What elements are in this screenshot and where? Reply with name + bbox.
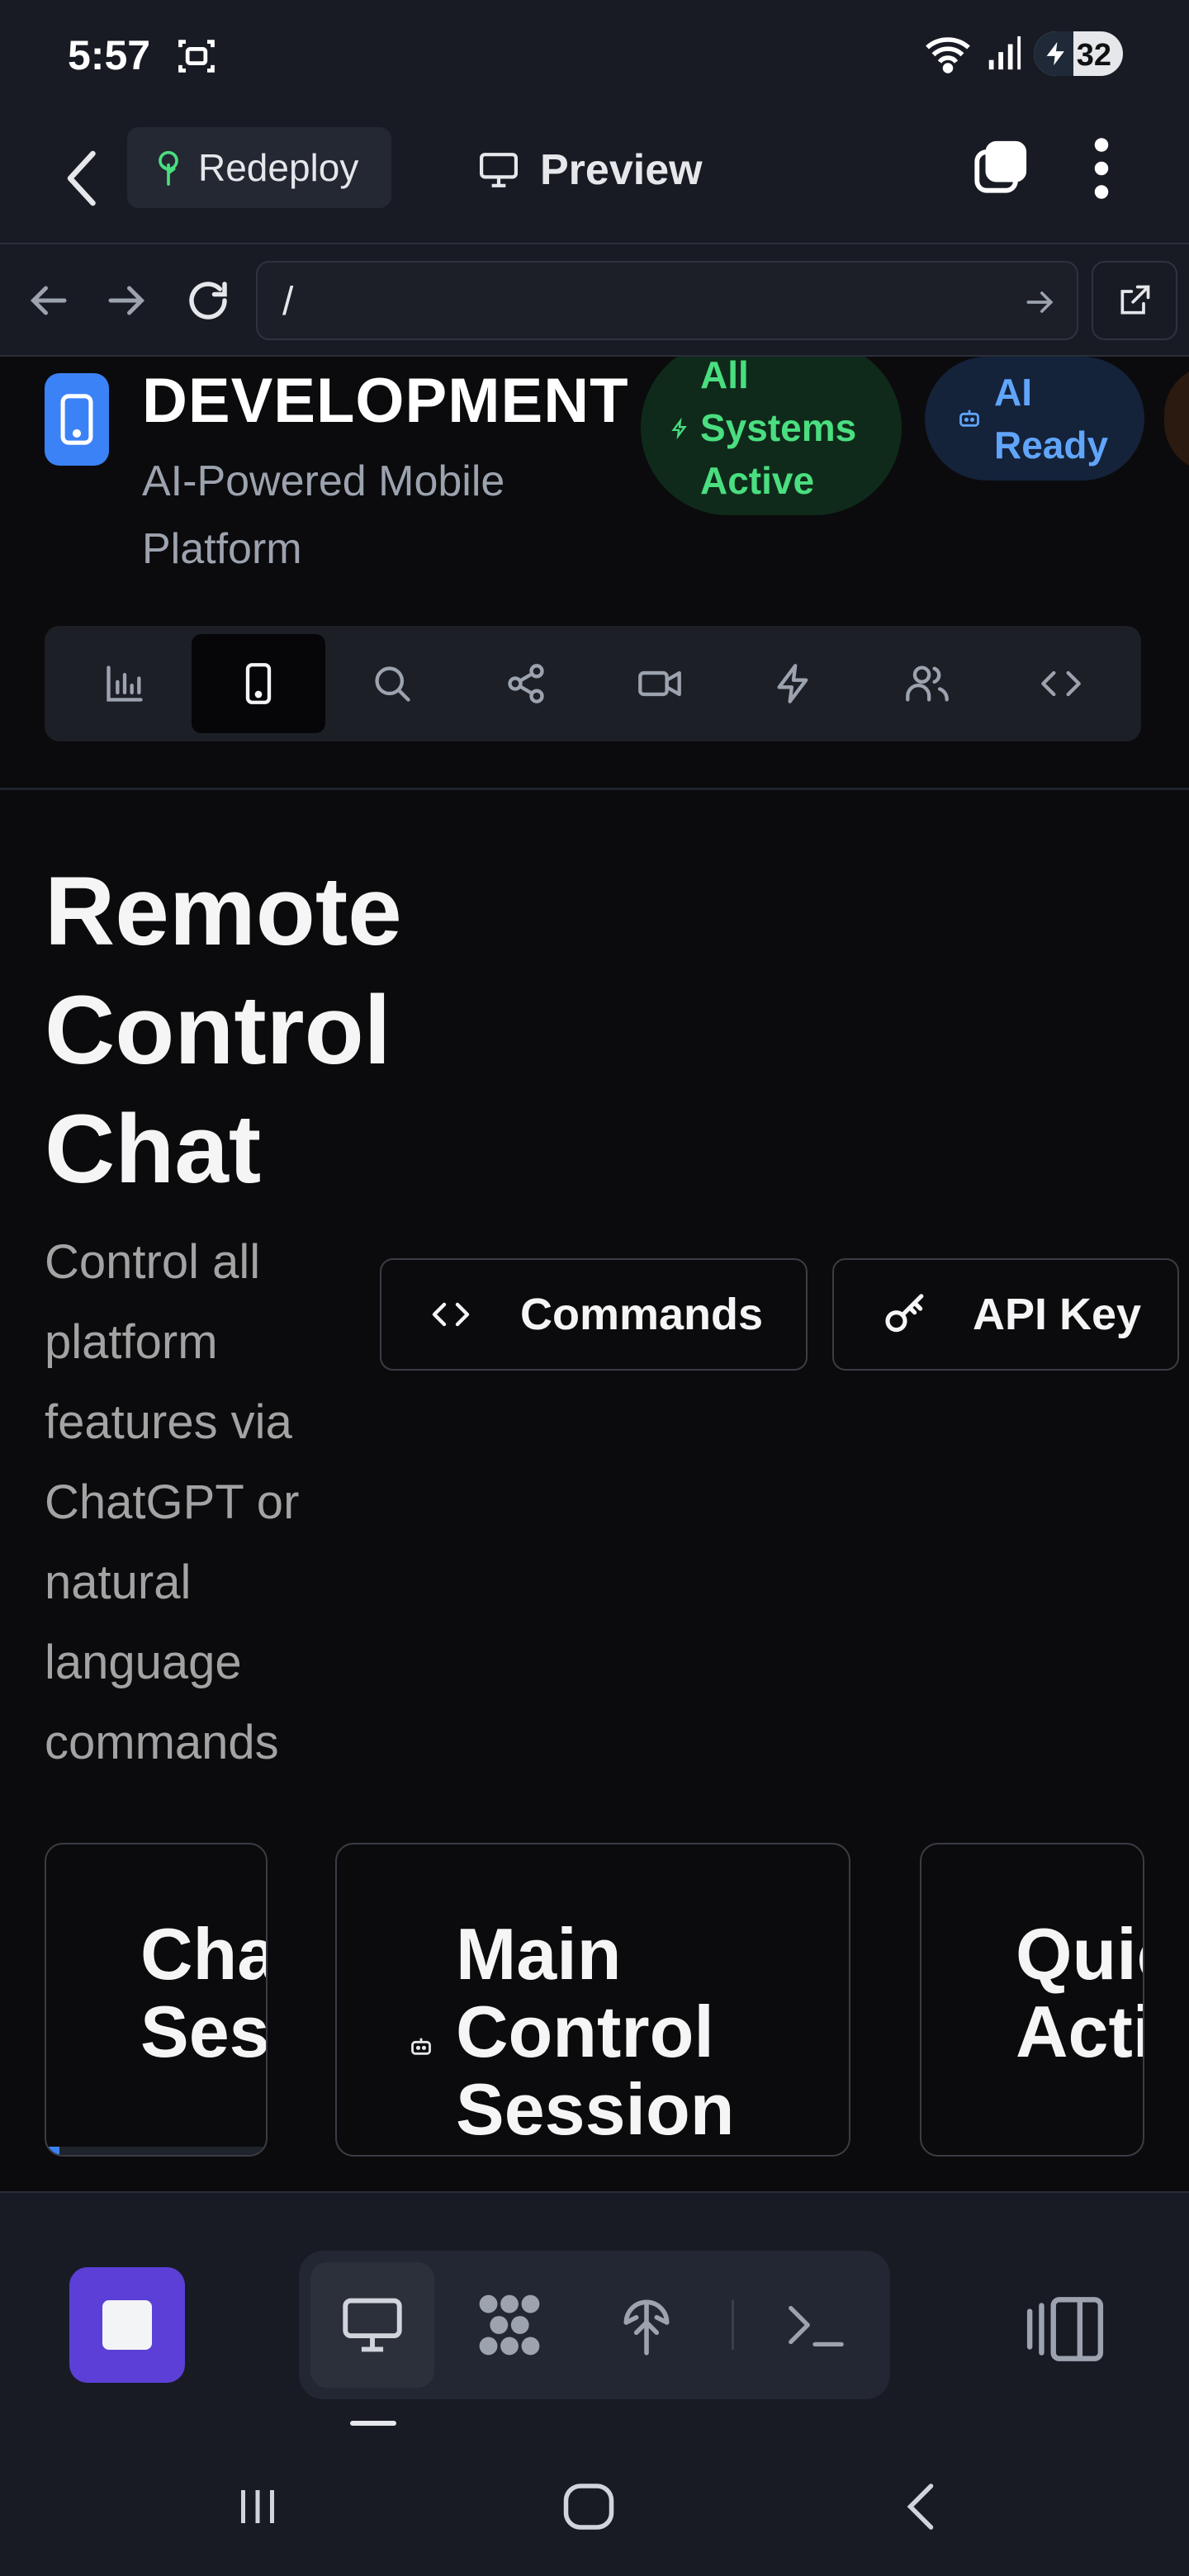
status-icons: 32: [923, 31, 1123, 76]
app-logo-icon: [45, 373, 109, 466]
url-text: /: [282, 280, 294, 324]
bot-icon: [411, 2038, 431, 2055]
bottom-toolbar: [0, 2191, 1189, 2439]
api-key-label: API Key: [973, 1290, 1142, 1339]
commands-button[interactable]: Commands: [380, 1258, 808, 1371]
redeploy-label: Redeploy: [198, 146, 359, 189]
main-control-session-card[interactable]: Main Control Session: [335, 1843, 850, 2157]
card-title: QuickActions: [1016, 1913, 1143, 2072]
desktop-view-tab[interactable]: [310, 2262, 434, 2388]
active-tab-indicator: [350, 2421, 396, 2426]
toolbar-mobile[interactable]: [192, 634, 325, 733]
toolbar-code[interactable]: [994, 634, 1128, 733]
toolbar-search[interactable]: [325, 634, 459, 733]
back-button[interactable]: [58, 145, 107, 211]
status-time: 5:57: [68, 32, 151, 78]
monitor-icon: [343, 2298, 402, 2352]
tabs-switcher-button[interactable]: [971, 139, 1029, 197]
terminal-tab[interactable]: [753, 2262, 877, 2388]
external-link-icon: [1120, 285, 1150, 315]
brand-subtitle: AI-Powered Mobile Platform: [142, 457, 505, 573]
tree-icon: [159, 150, 178, 186]
app-bar: Redeploy Preview: [0, 112, 1189, 244]
ai-status-badge: AI Ready: [925, 357, 1144, 481]
zap-icon: [671, 418, 687, 439]
video-icon: [638, 670, 681, 697]
reload-icon[interactable]: [183, 276, 233, 325]
url-input[interactable]: /: [256, 261, 1078, 340]
stop-button[interactable]: [69, 2267, 185, 2383]
go-arrow-icon[interactable]: [1022, 284, 1059, 320]
code-icon: [1041, 670, 1081, 697]
panel-toggle-icon[interactable]: [1024, 2292, 1106, 2366]
preview-label: Preview: [540, 146, 703, 194]
toolbar-analytics[interactable]: [58, 634, 192, 733]
brand-title: DEVELOPMENT: [142, 366, 629, 436]
system-back-icon[interactable]: [900, 2482, 941, 2531]
bar-chart-icon: [107, 665, 143, 702]
terminal-icon: [789, 2305, 844, 2347]
toolbar-users[interactable]: [860, 634, 994, 733]
monitor-icon: [480, 153, 518, 187]
systems-status-label: All Systems Active: [700, 357, 857, 502]
section-divider: [0, 788, 1189, 790]
workflow-tab[interactable]: [448, 2262, 571, 2388]
card-title: ChatSessions: [140, 1913, 268, 2072]
stop-icon: [102, 2300, 152, 2350]
toolbar-video[interactable]: [593, 634, 727, 733]
signal-icon: [988, 36, 1021, 70]
page-title: Remote Control Chat: [45, 857, 402, 1204]
open-external-button[interactable]: [1092, 261, 1177, 340]
preview-tab[interactable]: Preview: [477, 137, 703, 203]
toolbar-share[interactable]: [459, 634, 593, 733]
browser-forward-icon[interactable]: [102, 276, 152, 325]
quick-actions-card[interactable]: QuickActions: [920, 1843, 1144, 2157]
redeploy-button[interactable]: Redeploy: [127, 127, 391, 208]
web-content: DEVELOPMENT AI-Powered Mobile Platform A…: [0, 357, 1189, 2191]
smartphone-icon: [245, 663, 272, 704]
toolbar-automation[interactable]: [727, 634, 860, 733]
battery-indicator: 32: [1034, 31, 1123, 76]
battery-level: 32: [1076, 38, 1111, 73]
extra-status-badge: [1164, 365, 1189, 472]
key-icon: [885, 1294, 924, 1333]
nodes-icon: [479, 2294, 540, 2356]
code-icon: [432, 1302, 470, 1327]
browser-back-icon[interactable]: [23, 276, 73, 325]
status-bar: 5:57 32: [0, 0, 1189, 112]
page-description: Control all platform features via ChatGP…: [45, 1235, 300, 1769]
deploy-tab[interactable]: [585, 2262, 708, 2388]
search-icon: [375, 666, 410, 702]
deploy-icon: [623, 2299, 670, 2356]
browser-bar: /: [0, 244, 1189, 357]
sessions-scroll-indicator: [46, 2147, 266, 2155]
wifi-icon: [926, 37, 970, 73]
ai-status-label: AI Ready: [994, 371, 1109, 466]
home-icon[interactable]: [561, 2482, 616, 2531]
system-navigation-bar: [0, 2439, 1189, 2576]
recents-icon[interactable]: [233, 2482, 282, 2531]
screenshot-indicator-icon: [175, 35, 218, 78]
view-switcher: [299, 2251, 890, 2399]
feature-toolbar: [45, 626, 1141, 741]
chat-sessions-card[interactable]: ChatSessions: [45, 1843, 268, 2157]
share-icon: [508, 664, 544, 703]
segment-separator: [732, 2300, 734, 2350]
systems-status-badge: All Systems Active: [641, 357, 902, 515]
charging-icon: [1046, 41, 1064, 66]
users-icon: [906, 665, 949, 702]
bot-icon: [959, 410, 979, 427]
zap-icon: [777, 664, 808, 703]
commands-label: Commands: [520, 1290, 764, 1339]
card-title: Main Control Session: [456, 1913, 735, 2150]
more-options-icon[interactable]: [1088, 137, 1115, 200]
api-key-button[interactable]: API Key: [832, 1258, 1179, 1371]
